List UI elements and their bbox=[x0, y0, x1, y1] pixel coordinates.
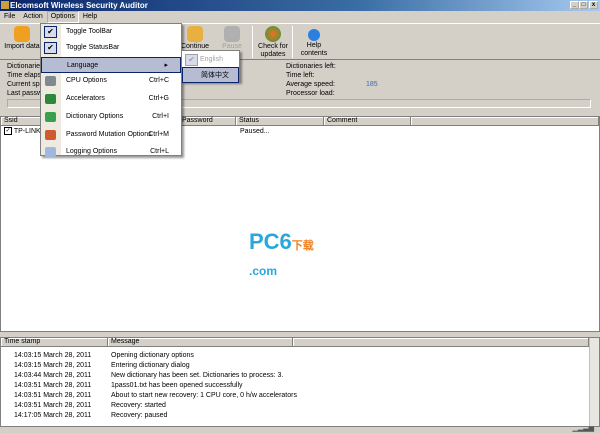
globe-icon bbox=[265, 26, 281, 42]
average-speed-value: 185 bbox=[366, 81, 378, 88]
menu-item-icon bbox=[45, 147, 56, 157]
col-timestamp[interactable]: Time stamp bbox=[1, 338, 108, 347]
menu-item-toggle-statusbar[interactable]: ✔ Toggle StatusBar bbox=[41, 40, 181, 56]
help-label: Help contents bbox=[300, 42, 328, 57]
menu-action[interactable]: Action bbox=[19, 11, 46, 23]
resize-grip-icon[interactable]: ▁▂▃▅ bbox=[572, 424, 594, 432]
import-icon bbox=[14, 26, 30, 42]
menu-help[interactable]: Help bbox=[79, 11, 101, 23]
processor-load-label: Processor load: bbox=[286, 90, 335, 97]
menu-item-icon bbox=[45, 112, 56, 122]
menu-item-dictionary-options[interactable]: Dictionary Options Ctrl+I bbox=[41, 109, 181, 125]
log-timestamp: 14:03:15 March 28, 2011 bbox=[14, 362, 92, 369]
pause-icon bbox=[224, 26, 240, 42]
log-timestamp: 14:03:51 March 28, 2011 bbox=[14, 392, 92, 399]
log-panel: Time stamp Message 14:03:15 March 28, 20… bbox=[0, 337, 600, 427]
log-message: Opening dictionary options bbox=[111, 352, 194, 359]
dictionaries-left-label: Dictionaries left: bbox=[286, 63, 336, 70]
log-timestamp: 14:03:51 March 28, 2011 bbox=[14, 402, 92, 409]
log-message: About to start new recovery: 1 CPU core,… bbox=[111, 392, 297, 399]
col-empty bbox=[293, 338, 589, 347]
watermark-logo: PC6下载 .com bbox=[249, 229, 314, 278]
log-timestamp: 14:03:15 March 28, 2011 bbox=[14, 352, 92, 359]
col-password[interactable]: Password bbox=[179, 117, 236, 126]
menu-item-icon bbox=[45, 94, 56, 104]
menu-file[interactable]: File bbox=[0, 11, 19, 23]
check-icon: ✔ bbox=[185, 54, 198, 66]
close-button[interactable]: x bbox=[589, 1, 598, 9]
help-icon bbox=[308, 29, 320, 41]
log-scrollbar[interactable] bbox=[589, 338, 599, 426]
check-icon: ✔ bbox=[44, 26, 57, 38]
menu-item-language[interactable]: Language ▸ bbox=[41, 57, 181, 73]
pause-label: Pause bbox=[222, 43, 242, 50]
maximize-button[interactable]: □ bbox=[579, 1, 588, 9]
log-message: Recovery: started bbox=[111, 402, 166, 409]
status-bar: ▁▂▃▅ bbox=[0, 423, 600, 433]
help-contents-button[interactable]: Help contents bbox=[294, 26, 334, 58]
average-speed-label: Average speed: bbox=[286, 81, 335, 88]
time-left-label: Time left: bbox=[286, 72, 315, 79]
menu-item-accelerators[interactable]: Accelerators Ctrl+G bbox=[41, 91, 181, 107]
col-empty bbox=[411, 117, 599, 126]
log-message: Entering dictionary dialog bbox=[111, 362, 190, 369]
language-chinese[interactable]: 简体中文 bbox=[182, 67, 239, 83]
menu-item-icon bbox=[45, 76, 56, 86]
menu-item-toggle-toolbar[interactable]: ✔ Toggle ToolBar bbox=[41, 24, 181, 40]
toolbar-separator bbox=[292, 26, 293, 58]
language-english[interactable]: ✔ English bbox=[182, 52, 239, 68]
dictionaries-label: Dictionaries bbox=[7, 63, 44, 70]
status-cell: Paused... bbox=[240, 128, 270, 135]
language-submenu: ✔ English 简体中文 bbox=[181, 50, 240, 83]
table-row[interactable]: ✓ TP-LINK_ bbox=[4, 127, 45, 137]
menu-options[interactable]: Options bbox=[46, 11, 79, 23]
continue-icon bbox=[187, 26, 203, 42]
menu-item-cpu-options[interactable]: CPU Options Ctrl+C bbox=[41, 73, 181, 89]
check-label: Check for updates bbox=[258, 43, 288, 58]
log-timestamp: 14:03:44 March 28, 2011 bbox=[14, 372, 92, 379]
continue-label: Continue bbox=[180, 43, 210, 50]
check-updates-button[interactable]: Check for updates bbox=[253, 26, 293, 59]
log-message: Recovery: paused bbox=[111, 412, 168, 419]
menu-item-icon bbox=[45, 130, 56, 140]
log-timestamp: 14:17:05 March 28, 2011 bbox=[14, 412, 92, 419]
minimize-button[interactable]: _ bbox=[570, 1, 579, 9]
import-data-button[interactable]: Import data bbox=[2, 26, 42, 51]
col-status[interactable]: Status bbox=[236, 117, 324, 126]
col-comment[interactable]: Comment bbox=[324, 117, 411, 126]
menu-item-logging-options[interactable]: Logging Options Ctrl+L bbox=[41, 144, 181, 160]
options-menu: ✔ Toggle ToolBar ✔ Toggle StatusBar Language… bbox=[40, 23, 182, 157]
row-checkbox[interactable]: ✓ bbox=[4, 127, 12, 136]
current-speed-label: Current spe bbox=[7, 81, 44, 88]
check-icon: ✔ bbox=[44, 42, 57, 54]
log-message: 1pass01.txt has been opened successfully bbox=[111, 382, 243, 389]
menu-item-password-mutation-options[interactable]: Password Mutation Options Ctrl+M bbox=[41, 127, 181, 143]
title-bar: Elcomsoft Wireless Security Auditor _ □ … bbox=[0, 0, 600, 11]
import-label: Import data bbox=[4, 43, 40, 50]
pause-button[interactable]: Pause bbox=[212, 26, 252, 51]
menu-bar: File Action Options Help bbox=[0, 11, 600, 23]
log-timestamp: 14:03:51 March 28, 2011 bbox=[14, 382, 92, 389]
window-title: Elcomsoft Wireless Security Auditor bbox=[10, 1, 148, 10]
log-message: New dictionary has been set. Dictionarie… bbox=[111, 372, 284, 379]
col-message[interactable]: Message bbox=[108, 338, 293, 347]
app-icon bbox=[1, 1, 9, 9]
